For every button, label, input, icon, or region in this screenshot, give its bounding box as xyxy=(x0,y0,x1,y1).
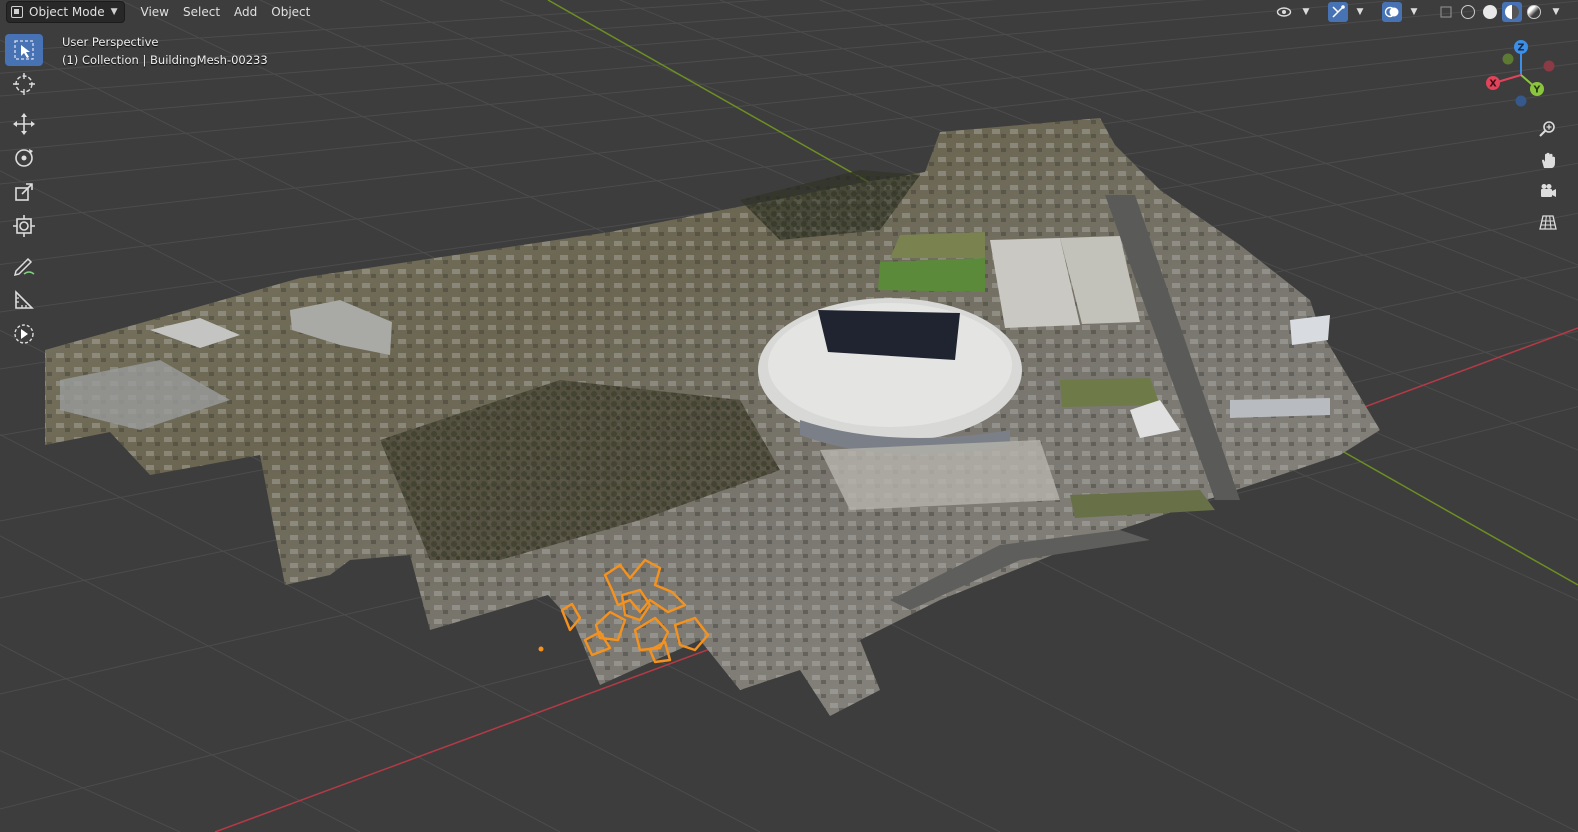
menu-object[interactable]: Object xyxy=(265,2,316,22)
view-name: User Perspective xyxy=(62,35,159,49)
collection-info: (1) Collection | BuildingMesh-00233 xyxy=(62,53,268,67)
chevron-down-icon: ▼ xyxy=(1302,7,1310,17)
add-object-tool[interactable] xyxy=(5,318,43,350)
select-box-tool[interactable] xyxy=(5,34,43,66)
header-menus: View Select Add Object xyxy=(133,2,317,22)
material-shading-icon xyxy=(1505,5,1519,19)
chevron-down-icon: ▼ xyxy=(1356,7,1364,17)
menu-add[interactable]: Add xyxy=(228,2,263,22)
rendered-shading-icon xyxy=(1527,5,1541,19)
rotate-tool[interactable] xyxy=(5,142,43,174)
cursor-tool[interactable] xyxy=(5,68,43,100)
xray-toggle[interactable] xyxy=(1436,2,1456,22)
xray-icon xyxy=(1440,6,1452,18)
shading-solid[interactable] xyxy=(1480,2,1500,22)
grid-perspective-icon xyxy=(1539,215,1557,230)
add-cube-icon xyxy=(14,324,34,344)
chevron-down-icon: ▼ xyxy=(1552,7,1560,17)
overlay-dropdown[interactable]: ▼ xyxy=(1404,2,1424,22)
hand-pan-icon xyxy=(1542,152,1555,168)
chevron-down-icon: ▼ xyxy=(110,7,118,17)
magnifier-zoom-icon xyxy=(1539,121,1555,137)
camera-icon xyxy=(1541,184,1556,197)
pan-button[interactable] xyxy=(1533,145,1563,175)
gizmo-x-label: X xyxy=(1489,79,1497,90)
mode-label: Object Mode xyxy=(29,5,105,19)
scale-icon xyxy=(15,183,33,201)
shading-rendered[interactable] xyxy=(1524,2,1544,22)
3d-viewport[interactable] xyxy=(0,0,1578,832)
gizmo-icon xyxy=(1332,5,1345,18)
scale-tool[interactable] xyxy=(5,176,43,208)
gizmo-y-label: Y xyxy=(1533,85,1541,96)
chevron-down-icon: ▼ xyxy=(1410,7,1418,17)
annotate-tool[interactable] xyxy=(5,250,43,282)
gizmo-dropdown[interactable]: ▼ xyxy=(1350,2,1370,22)
move-tool[interactable] xyxy=(5,108,43,140)
wireframe-shading-icon xyxy=(1461,5,1475,19)
axis-gizmo-icon: Z X Y xyxy=(1486,40,1555,107)
viewport-canvas xyxy=(0,0,1578,832)
camera-view-button[interactable] xyxy=(1533,176,1563,206)
solid-shading-icon xyxy=(1483,5,1497,19)
menu-select[interactable]: Select xyxy=(177,2,226,22)
select-box-icon xyxy=(14,40,34,60)
move-icon xyxy=(13,113,35,135)
gizmo-toggle[interactable] xyxy=(1328,2,1348,22)
object-mode-icon xyxy=(11,6,23,18)
menu-view[interactable]: View xyxy=(135,2,175,22)
measure-tool[interactable] xyxy=(5,284,43,316)
navigation-buttons xyxy=(1533,114,1563,238)
shading-dropdown[interactable]: ▼ xyxy=(1546,2,1566,22)
object-origin xyxy=(538,646,544,652)
mode-selector[interactable]: Object Mode ▼ xyxy=(6,1,125,23)
rotate-icon xyxy=(15,149,33,167)
eye-icon xyxy=(1276,7,1292,17)
shading-wireframe[interactable] xyxy=(1458,2,1478,22)
overlay-icon xyxy=(1384,6,1399,18)
visibility-toggle[interactable] xyxy=(1274,2,1294,22)
navigation-gizmo[interactable]: Z X Y xyxy=(1478,36,1566,112)
cursor-icon xyxy=(13,73,35,95)
tool-shelf xyxy=(5,34,45,352)
header-right-controls: ▼ ▼ ▼ ▼ xyxy=(1274,2,1566,22)
annotate-pencil-icon xyxy=(13,257,35,277)
visibility-dropdown[interactable]: ▼ xyxy=(1296,2,1316,22)
viewport-info: User Perspective (1) Collection | Buildi… xyxy=(62,33,268,69)
zoom-button[interactable] xyxy=(1533,114,1563,144)
gizmo-z-label: Z xyxy=(1518,43,1525,54)
measure-ruler-icon xyxy=(15,290,34,309)
overlay-toggle[interactable] xyxy=(1382,2,1402,22)
photogrammetry-mesh xyxy=(45,118,1380,716)
perspective-toggle-button[interactable] xyxy=(1533,207,1563,237)
transform-icon xyxy=(13,215,35,237)
shading-material[interactable] xyxy=(1502,2,1522,22)
transform-tool[interactable] xyxy=(5,210,43,242)
